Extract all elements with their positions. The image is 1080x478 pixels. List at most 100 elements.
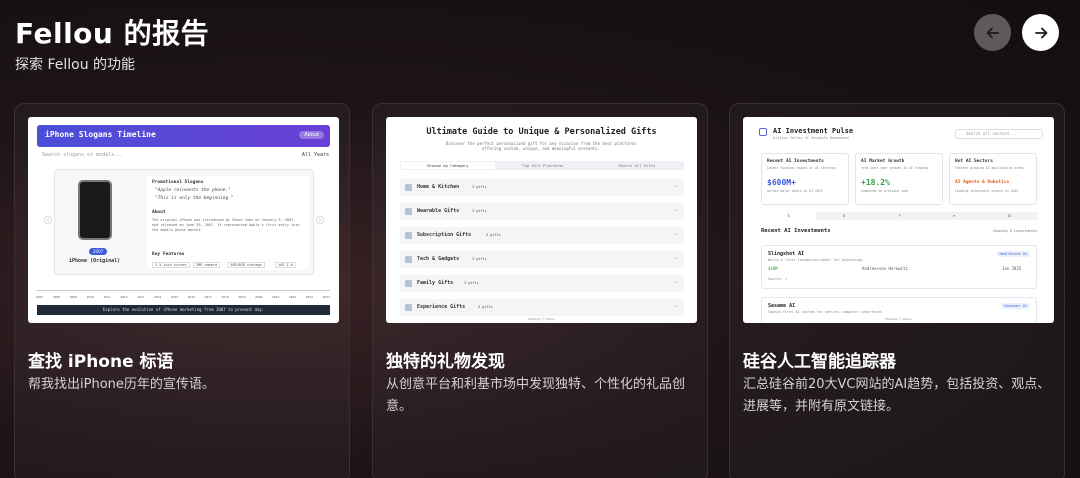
thumb-category-count: 3 gifts [478,305,493,309]
thumb-category-label: Experience Gifts [417,304,466,310]
arrow-left-icon [986,27,999,38]
thumb-stat-card: Hot AI Sectors Fastest growing AI applic… [949,153,1037,205]
thumb-slogans-heading: Promotional Slogans [152,180,204,185]
card-title: 硅谷人工智能追踪器 [743,352,896,372]
thumb-category-count: 3 gifts [472,209,487,213]
insight-icon: ♀ [842,213,846,218]
thumb-stat-desc: Fastest growing AI application areas [955,166,1025,170]
thumb-category-label: Subscription Gifts [417,232,472,238]
thumb-item-source: Source: ↗ [768,277,787,281]
thumb-app-bar: iPhone Slogans Timeline About [37,125,330,147]
iphone-image [78,180,112,240]
thumb-stat-note: Compared to previous year [861,189,909,193]
thumb-footer: Explore the evolution of iPhone marketin… [37,305,330,315]
thumb-item-desc: World's first foundation model for psych… [768,258,863,262]
timeline-year: 2023 [305,295,313,299]
chevron-down-icon: ⌄ [673,231,678,237]
thumb-category-row: Family Gifts 3 gifts ⌄ [400,275,684,292]
page-title: Fellou 的报告 [15,17,210,50]
thumb-slogan: "Apple reinvents the phone." [155,188,231,193]
chevron-down-icon: ⌄ [673,279,678,285]
thumb-feature-chip: 3.5-inch screen [152,262,190,268]
timeline-year: 2022 [288,295,297,299]
thumb-category-label: Home & Kitchen [417,184,460,190]
timeline-year: 2017 [204,295,212,299]
timeline-year: 2013 [137,295,145,299]
thumb-app-title: AI Investment Pulse [773,127,854,135]
shirt-icon [405,208,412,215]
thumb-item-amount: $40M [768,266,778,271]
thumb-stat-value: +18.2% [861,178,890,187]
thumb-item-tag: Healthcare AI [996,251,1030,257]
card-description: 汇总硅谷前20大VC网站的AI趋势，包括投资、观点、进展等，并附有原文链接。 [743,377,1051,414]
thumb-tabs: $ ♀ ↗ ≡ ⊞ [761,212,1037,220]
arrow-right-icon [1034,27,1047,38]
thumb-stat-desc: Latest funding rounds in AI startups [767,166,837,170]
thumb-heading: Ultimate Guide to Unique & Personalized … [426,127,657,137]
thumb-category-label: Family Gifts [417,280,454,286]
dollar-icon: $ [761,212,817,220]
thumb-feature-chip: 2MP camera [193,262,221,268]
thumb-item-name: Sesame AI [768,303,796,309]
trend-icon: ↗ [897,213,901,218]
thumb-about-heading: About [152,210,166,215]
timeline-year: 2021 [272,295,280,299]
thumb-category-row: Wearable Gifts 3 gifts ⌄ [400,203,684,220]
thumb-item-date: Jan 2025 [1002,266,1022,271]
next-button[interactable] [1022,14,1059,51]
timeline-year: 2012 [120,295,128,299]
card-gift-discovery[interactable]: Ultimate Guide to Unique & Personalized … [372,103,708,478]
thumb-info-panel: Promotional Slogans "Apple reinvents the… [147,176,309,270]
thumb-stat-note: Leading investment growth in 2025 [955,189,1019,193]
thumb-app-subtitle: Silicon Valley VC Insights Dashboard [773,136,849,140]
thumb-stat-heading: AI Market Growth [861,159,905,164]
timeline-year: 2020 [255,295,263,299]
thumb-stat-card: Recent AI Investments Latest funding rou… [761,153,849,205]
card-iphone-slogans[interactable]: iPhone Slogans Timeline About Search slo… [14,103,350,478]
chevron-down-icon: ⌄ [673,255,678,261]
timeline-year: 2014 [154,295,162,299]
grid-icon: ⊞ [1007,213,1012,218]
timeline-year: 2007 [36,295,44,299]
thumb-feature-chip: iOS 1.0 [275,262,296,268]
card-description: 帮我找出iPhone历年的宣传语。 [28,377,215,392]
timeline-year: 2011 [103,295,111,299]
thumb-stat-heading: Hot AI Sectors [955,159,993,164]
thumb-powered-by: Made by ⓕ Fellou [885,317,912,321]
thumb-item-desc: Sophia-first AI system for natural compu… [768,310,882,314]
thumb-category-row: Experience Gifts 3 gifts ⌄ [400,299,684,316]
chevron-down-icon: ⌄ [673,303,678,309]
card-title: 独特的礼物发现 [386,352,505,372]
thumb-powered-by: Made by ⓕ Fellou [528,317,555,321]
card-thumbnail: Ultimate Guide to Unique & Personalized … [386,117,697,323]
timeline-year: 2008 [52,295,61,299]
chevron-down-icon: ⌄ [673,207,678,213]
page-subtitle: 探索 Fellou 的功能 [15,57,136,73]
star-icon [405,304,412,311]
thumb-tab: Top Gift Platforms [522,163,564,168]
thumb-tab: Search All Gifts [618,163,656,168]
card-thumbnail: iPhone Slogans Timeline About Search slo… [28,117,339,323]
list-icon: ≡ [952,213,956,218]
thumb-app-title: iPhone Slogans Timeline [45,130,156,139]
thumb-showing-count: Showing 5 investments [992,229,1037,233]
card-ai-tracker[interactable]: AI Investment Pulse Silicon Valley VC In… [729,103,1065,478]
thumb-item-name: Slingshot AI [768,251,805,257]
thumb-item-tag: Consumer AI [1000,303,1030,309]
chevron-down-icon: ⌄ [673,183,678,189]
thumb-model-panel: 2007 iPhone (Original) Promotional Sloga… [54,169,314,275]
thumb-about-button: About [299,131,324,139]
thumb-stat-heading: Recent AI Investments [767,159,824,164]
timeline-year: 2018 [221,295,229,299]
thumb-stat-value: $600M+ [767,178,796,187]
thumb-stat-card: AI Market Growth Year-over-year growth i… [855,153,943,205]
thumb-timeline-years: 2007 2008 2009 2010 2011 2012 2013 2014 2015 2016… [36,295,330,299]
thumb-stat-desc: Year-over-year growth in AI funding [861,166,929,170]
thumb-search-input: Search slogans or models... [42,152,124,158]
thumb-model-name: iPhone (Original) [69,258,121,264]
prev-button[interactable] [974,14,1011,51]
gadget-icon [405,256,412,263]
timeline-year: 2009 [69,295,77,299]
card-thumbnail: AI Investment Pulse Silicon Valley VC In… [743,117,1054,323]
thumb-year-badge: 2007 [89,248,108,255]
